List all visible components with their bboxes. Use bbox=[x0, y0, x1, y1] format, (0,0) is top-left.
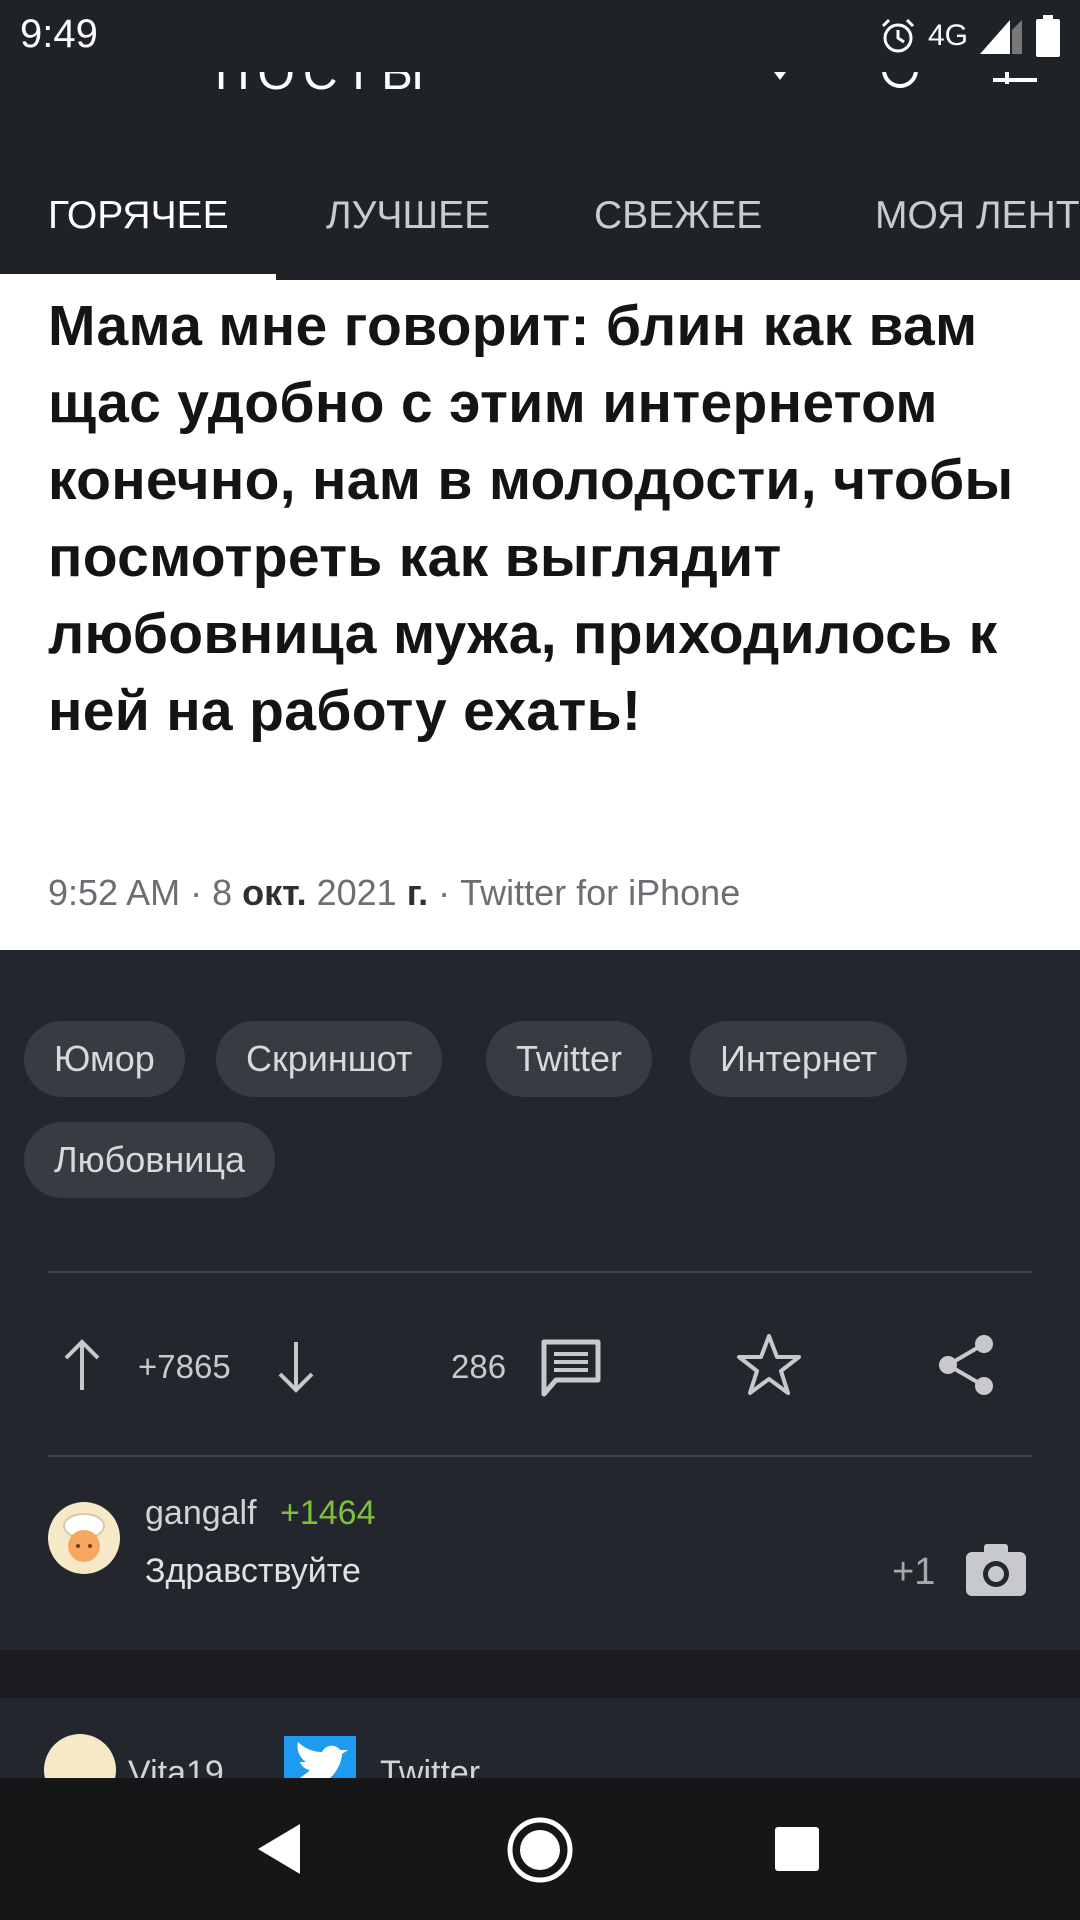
next-post-username[interactable]: Vita19 bbox=[128, 1754, 224, 1778]
tab-fresh[interactable]: СВЕЖЕЕ bbox=[594, 194, 762, 238]
post-image[interactable]: Мама мне говорит: блин как вам щас удобн… bbox=[0, 280, 1080, 950]
comment-icon[interactable] bbox=[538, 1336, 604, 1398]
downvote-icon[interactable] bbox=[272, 1338, 320, 1394]
tab-hot[interactable]: ГОРЯЧЕЕ bbox=[48, 194, 229, 238]
app-header: ПОСТЫ bbox=[0, 72, 1080, 162]
camera-icon[interactable] bbox=[964, 1540, 1028, 1598]
search-icon[interactable] bbox=[875, 72, 925, 100]
tag-screenshot[interactable]: Скриншот bbox=[216, 1021, 443, 1097]
avatar-chef-icon bbox=[63, 1513, 105, 1562]
post-rating: +7865 bbox=[138, 1348, 231, 1385]
share-icon[interactable] bbox=[936, 1332, 998, 1398]
system-nav-bar bbox=[0, 1778, 1080, 1920]
filter-icon[interactable] bbox=[760, 72, 800, 94]
header-title: ПОСТЫ bbox=[215, 72, 432, 100]
tab-bar: ГОРЯЧЕЕ ЛУЧШЕЕ СВЕЖЕЕ МОЯ ЛЕНТ bbox=[0, 162, 1080, 280]
comments-count: 286 bbox=[451, 1348, 507, 1385]
twitter-bird-icon bbox=[297, 1742, 348, 1778]
community-avatar[interactable] bbox=[284, 1736, 356, 1778]
status-icons: 4G bbox=[878, 14, 1062, 58]
next-post-header: Vita19 Twitter bbox=[0, 1698, 1080, 1778]
tag-mistress[interactable]: Любовница bbox=[24, 1122, 276, 1198]
upvote-icon[interactable] bbox=[58, 1338, 106, 1394]
network-type: 4G bbox=[927, 19, 968, 52]
tweet-text: Мама мне говорит: блин как вам щас удобн… bbox=[48, 294, 1014, 743]
signal-icon bbox=[980, 20, 1022, 54]
divider bbox=[48, 1455, 1032, 1457]
avatar[interactable] bbox=[48, 1502, 120, 1574]
avatar[interactable] bbox=[44, 1734, 116, 1778]
tag-humor[interactable]: Юмор bbox=[24, 1021, 185, 1097]
status-time: 9:49 bbox=[20, 12, 98, 56]
tab-my-feed[interactable]: МОЯ ЛЕНТ bbox=[875, 194, 1080, 238]
user-score: +1464 bbox=[280, 1494, 376, 1532]
battery-icon bbox=[1036, 15, 1060, 57]
menu-icon[interactable] bbox=[985, 72, 1045, 102]
comment-rating: +1 bbox=[892, 1551, 936, 1593]
home-icon[interactable] bbox=[506, 1816, 574, 1884]
status-bar: 9:49 4G bbox=[0, 0, 1080, 72]
recents-icon[interactable] bbox=[774, 1826, 820, 1872]
next-post-community[interactable]: Twitter bbox=[380, 1754, 480, 1778]
tag-twitter[interactable]: Twitter bbox=[486, 1021, 653, 1097]
tag-internet[interactable]: Интернет bbox=[690, 1021, 908, 1097]
star-icon[interactable] bbox=[736, 1332, 802, 1398]
tab-best[interactable]: ЛУЧШЕЕ bbox=[326, 194, 490, 238]
post-separator bbox=[0, 1650, 1080, 1698]
back-icon[interactable] bbox=[254, 1822, 304, 1876]
comment-text: Здравствуйте bbox=[145, 1552, 361, 1590]
alarm-icon bbox=[881, 18, 915, 53]
tweet-meta: 9:52 AM · 8 окт. 2021 г. · Twitter for i… bbox=[48, 872, 741, 913]
divider bbox=[48, 1271, 1032, 1273]
comment-username[interactable]: gangalf bbox=[145, 1494, 257, 1533]
